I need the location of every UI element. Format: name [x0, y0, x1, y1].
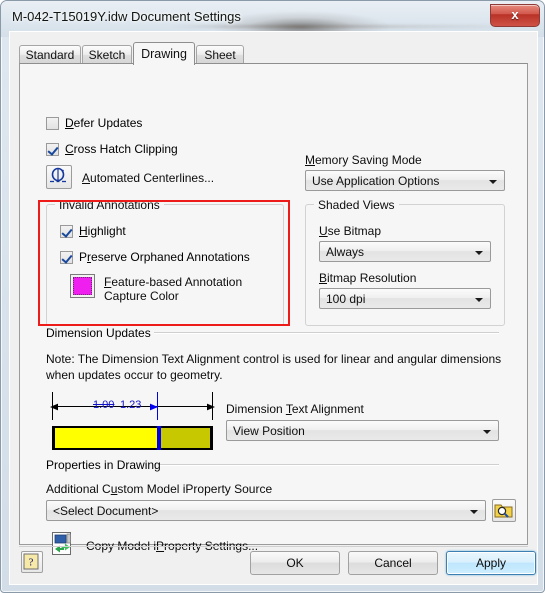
copy-iproperty-icon — [50, 531, 76, 557]
bitmap-resolution-label: Bitmap Resolution — [319, 271, 417, 285]
memory-saving-mode-label: Memory Saving Mode — [305, 153, 422, 167]
automated-centerlines-button[interactable] — [46, 165, 72, 189]
annotation-capture-color-label: Feature-based Annotation Capture Color — [104, 275, 243, 303]
dimension-old-value: 1.00 — [93, 399, 115, 411]
chevron-down-icon — [470, 510, 478, 514]
tab-sheet[interactable]: Sheet — [196, 45, 244, 64]
tab-sketch[interactable]: Sketch — [82, 45, 132, 64]
drawing-tab-panel: Defer Updates Cross Hatch Clipping Autom… — [19, 63, 528, 555]
iproperty-source-value: <Select Document> — [53, 504, 159, 518]
document-settings-dialog: M-042-T15019Y.idw Document Settings x St… — [0, 0, 545, 593]
preserve-orphaned-annotations-label: Preserve Orphaned Annotations — [79, 250, 250, 264]
invalid-annotations-group: Invalid Annotations — [46, 198, 284, 326]
properties-in-drawing-section-label: Properties in Drawing — [46, 458, 161, 472]
iproperty-source-combo[interactable]: <Select Document> — [46, 500, 486, 521]
svg-text:?: ? — [29, 557, 34, 569]
folder-search-icon — [494, 504, 513, 518]
close-button[interactable]: x — [490, 4, 540, 27]
highlight-checkbox[interactable] — [60, 225, 73, 238]
dimension-preview-graphic: 1.00 1.23 — [46, 392, 218, 450]
dimension-updates-note: Note: The Dimension Text Alignment contr… — [46, 352, 502, 382]
memory-saving-mode-combo[interactable]: Use Application Options — [305, 170, 505, 191]
help-icon: ? — [23, 553, 39, 570]
use-bitmap-combo[interactable]: Always — [319, 241, 491, 262]
dimension-text-alignment-combo[interactable]: View Position — [226, 420, 499, 441]
dimension-updates-section-label: Dimension Updates — [46, 326, 151, 340]
use-bitmap-label: Use Bitmap — [319, 224, 382, 238]
help-button[interactable]: ? — [21, 551, 43, 573]
dimension-updates-divider — [154, 332, 499, 334]
ok-button[interactable]: OK — [250, 551, 340, 575]
tab-drawing[interactable]: Drawing — [133, 42, 195, 65]
defer-updates-checkbox[interactable] — [46, 117, 59, 130]
preserve-orphaned-annotations-checkbox[interactable] — [60, 251, 73, 264]
dimension-bar-left — [55, 428, 157, 448]
chevron-down-icon — [475, 298, 483, 302]
chevron-down-icon — [483, 430, 491, 434]
dimension-arrow-left-icon — [50, 403, 58, 411]
bitmap-resolution-value: 100 dpi — [326, 292, 366, 306]
centerline-icon — [50, 167, 66, 183]
memory-saving-mode-value: Use Application Options — [312, 174, 440, 188]
annotation-capture-color-fill — [73, 277, 92, 295]
close-icon: x — [511, 7, 519, 22]
window-title: M-042-T15019Y.idw Document Settings — [12, 9, 241, 24]
iproperty-browse-button[interactable] — [492, 499, 516, 522]
dialog-client-area: Standard Sketch Drawing Sheet Defer Upda… — [9, 31, 538, 585]
apply-button[interactable]: Apply — [446, 551, 536, 575]
title-bar-glass-reflection — [171, 25, 531, 28]
capture-color-line2: Color — [150, 289, 179, 303]
cross-hatch-clipping-checkbox[interactable] — [46, 143, 59, 156]
tab-strip: Standard Sketch Drawing Sheet — [19, 42, 528, 65]
dimension-arrow-new-icon — [150, 403, 158, 411]
automated-centerlines-label: Automated Centerlines... — [82, 171, 215, 185]
properties-in-drawing-divider — [160, 464, 499, 466]
annotation-capture-color-swatch[interactable] — [70, 274, 95, 298]
dimension-new-value: 1.23 — [120, 399, 142, 411]
dimension-arrow-right-icon — [207, 403, 215, 411]
chevron-down-icon — [475, 251, 483, 255]
footer-divider — [19, 546, 528, 547]
dimension-text-alignment-label: Dimension Text Alignment — [226, 402, 364, 416]
iproperty-source-label: Additional Custom Model iProperty Source — [46, 482, 273, 496]
bitmap-resolution-combo[interactable]: 100 dpi — [319, 288, 491, 309]
chevron-down-icon — [489, 180, 497, 184]
shaded-views-title: Shaded Views — [314, 198, 399, 212]
cancel-button[interactable]: Cancel — [348, 551, 438, 575]
dimension-text-alignment-value: View Position — [233, 424, 305, 438]
highlight-label: Highlight — [79, 224, 126, 238]
defer-updates-label: Defer Updates — [65, 116, 143, 130]
invalid-annotations-title: Invalid Annotations — [55, 198, 164, 212]
use-bitmap-value: Always — [326, 245, 365, 259]
cross-hatch-clipping-label: Cross Hatch Clipping — [65, 142, 178, 156]
dimension-bar-right — [161, 428, 210, 448]
tab-standard[interactable]: Standard — [19, 45, 81, 64]
